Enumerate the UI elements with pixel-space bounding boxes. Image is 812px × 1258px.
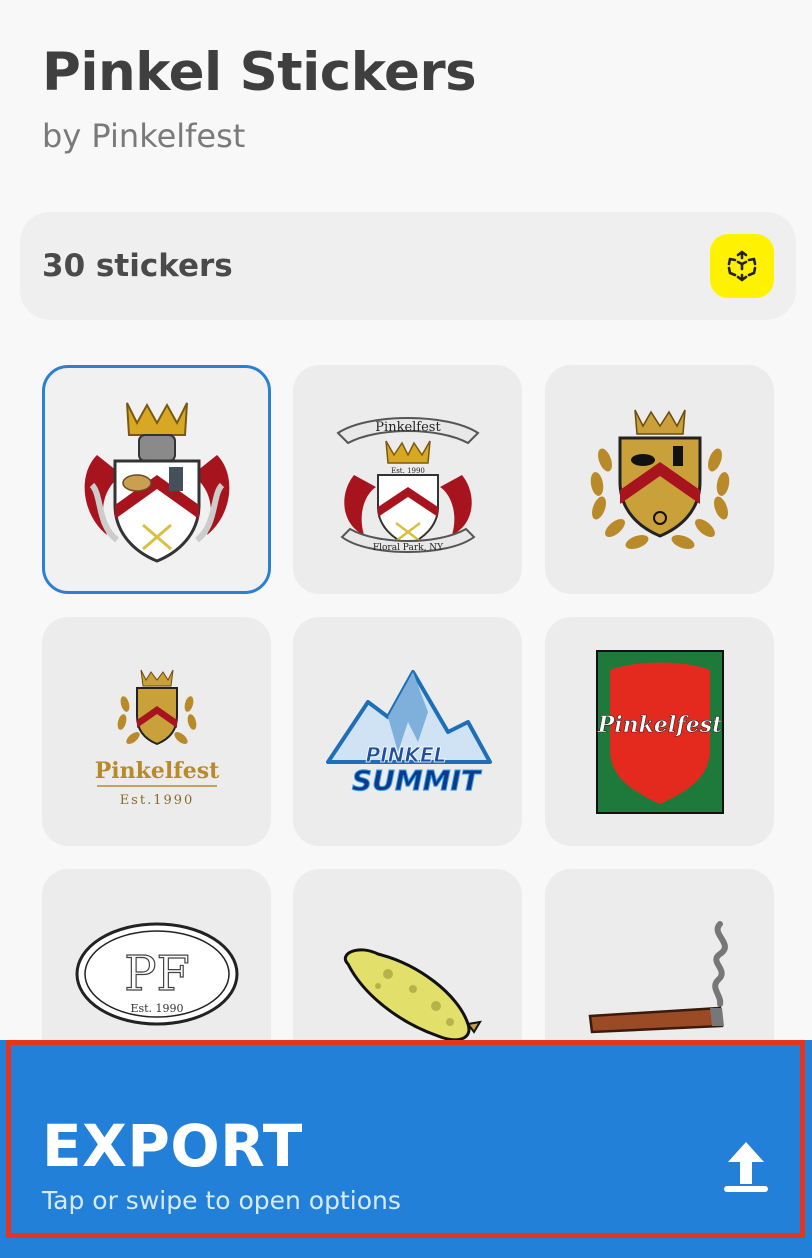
crest-sticker-image bbox=[84, 402, 229, 563]
banner-bottom-text: Floral Park, NY bbox=[372, 543, 443, 553]
sticker-tile-crest-pinkelfest-est[interactable]: Pinkelfest Est.1990 bbox=[42, 617, 271, 846]
sticker-count-bar: 30 stickers bbox=[20, 212, 796, 320]
pinkel-summit-sticker-image: PINKEL SUMMIT bbox=[325, 669, 492, 797]
crest-banner-sticker-image: Pinkelfest Est. 1990 Floral Park, NY bbox=[335, 416, 480, 553]
export-title: EXPORT bbox=[42, 1112, 303, 1180]
pinkelfest-wordmark: Pinkelfest bbox=[94, 758, 219, 784]
sticker-tile-pinkel-summit[interactable]: PINKEL SUMMIT bbox=[293, 617, 522, 846]
laurel-crest-sticker-image bbox=[590, 409, 729, 549]
ar-view-button[interactable] bbox=[710, 234, 774, 298]
shield-wordmark: Pinkelfest bbox=[596, 712, 722, 738]
pf-letters: PF bbox=[124, 946, 190, 1002]
page-title: Pinkel Stickers bbox=[42, 42, 477, 103]
upload-arrow-icon[interactable] bbox=[720, 1138, 772, 1194]
author-label: by Pinkelfest bbox=[42, 117, 246, 155]
sticker-tile-pinkelfest-shield-green[interactable]: Pinkelfest bbox=[545, 617, 774, 846]
banner-est-text: Est. 1990 bbox=[391, 467, 425, 475]
pinkelfest-est-sticker-image: Pinkelfest Est.1990 bbox=[94, 669, 220, 808]
sticker-tile-crest-laurel-gold[interactable] bbox=[545, 365, 774, 594]
sticker-tile-crest-banner-floral-park[interactable]: Pinkelfest Est. 1990 Floral Park, NY bbox=[293, 365, 522, 594]
est-text: Est.1990 bbox=[119, 793, 194, 808]
sticker-count: 30 stickers bbox=[42, 248, 233, 284]
banner-top-text: Pinkelfest bbox=[375, 420, 441, 435]
header: Pinkel Stickers by Pinkelfest bbox=[42, 42, 477, 155]
sticker-tile-crest-full-color[interactable] bbox=[42, 365, 271, 594]
green-shield-sticker-image: Pinkelfest bbox=[595, 649, 724, 814]
summit-word: SUMMIT bbox=[351, 764, 481, 797]
pf-est-text: Est. 1990 bbox=[130, 1002, 183, 1015]
ar-cube-icon bbox=[727, 250, 757, 282]
export-subtitle: Tap or swipe to open options bbox=[42, 1186, 401, 1215]
